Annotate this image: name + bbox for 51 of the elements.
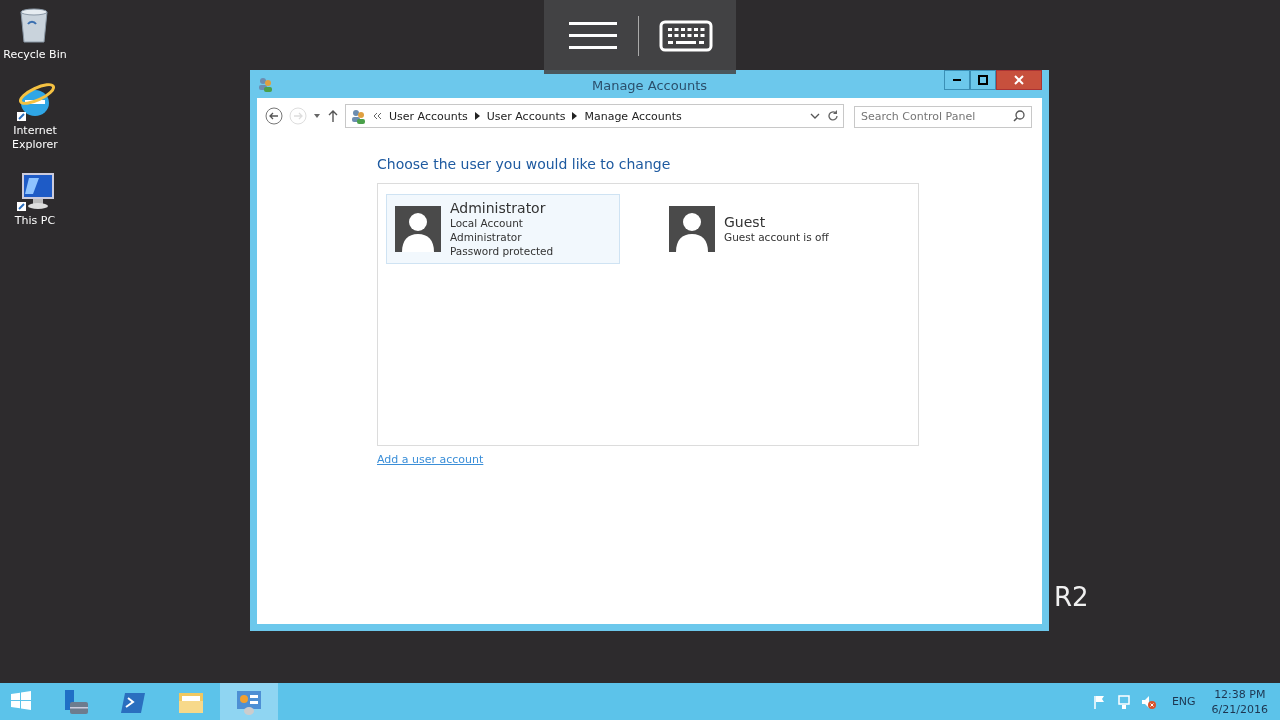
add-account-link[interactable]: Add a user account	[377, 453, 484, 466]
users-icon	[350, 108, 366, 124]
browser-icon[interactable]	[15, 82, 55, 122]
desktop-icon-label[interactable]: This PC	[3, 214, 67, 228]
account-detail: Guest account is off	[724, 230, 829, 244]
keyboard-icon	[658, 20, 713, 52]
breadcrumb-arrow-icon[interactable]	[474, 112, 480, 120]
overflow-chevron-icon[interactable]	[373, 112, 382, 120]
account-detail: Administrator	[450, 230, 523, 244]
taskbar-button[interactable]	[220, 683, 278, 720]
up-arrow-icon	[327, 109, 339, 123]
desktop-icon-label[interactable]: Recycle Bin	[3, 48, 67, 62]
computer-icon[interactable]	[15, 172, 55, 212]
desktop-icon-label[interactable]: Internet Explorer	[3, 124, 67, 152]
back-button[interactable]	[265, 107, 283, 125]
menu-icon	[567, 20, 618, 52]
dropdown-chevron-icon[interactable]	[810, 112, 820, 120]
dropdown-caret-icon	[313, 112, 321, 120]
close-icon	[1014, 75, 1024, 85]
language-indicator[interactable]: ENG	[1171, 695, 1196, 708]
menu-button[interactable]	[567, 20, 618, 52]
window-title: Manage Accounts	[591, 78, 707, 93]
control-panel-icon	[235, 688, 263, 715]
account-name: Guest	[724, 214, 767, 230]
clock[interactable]: 12:38 PM 6/21/2016	[1211, 686, 1268, 717]
minimize-button[interactable]	[944, 70, 970, 90]
maximize-button[interactable]	[970, 70, 996, 90]
users-icon	[257, 76, 273, 92]
page-heading: Choose the user you would like to change	[377, 156, 672, 172]
account-tile[interactable]: Administrator Local Account Administrator Password protected	[386, 194, 620, 264]
refresh-icon[interactable]	[827, 110, 839, 122]
breadcrumb-arrow-icon[interactable]	[572, 112, 578, 120]
keyboard-button[interactable]	[658, 20, 713, 52]
maximize-icon	[978, 75, 988, 85]
breadcrumb-item[interactable]: Manage Accounts	[584, 109, 682, 123]
account-detail: Password protected	[450, 244, 554, 258]
wallpaper-text: R2	[1053, 582, 1089, 612]
user-avatar-icon	[395, 206, 441, 252]
search-field[interactable]: Search Control Panel	[854, 105, 1032, 128]
recent-pages-button[interactable]	[313, 112, 321, 120]
account-tile[interactable]: Guest Guest account is off	[660, 194, 894, 264]
breadcrumb-item[interactable]: User Accounts	[389, 109, 468, 123]
up-button[interactable]	[327, 109, 339, 123]
close-button[interactable]	[996, 70, 1042, 90]
search-icon	[1013, 110, 1025, 122]
address-bar[interactable]: User Accounts User Accounts Manage Accounts	[345, 104, 844, 128]
user-avatar-icon	[669, 206, 715, 252]
breadcrumb-item[interactable]: User Accounts	[486, 109, 566, 123]
account-name: Administrator	[450, 200, 547, 216]
minimize-icon	[953, 79, 961, 81]
account-detail: Local Account	[450, 216, 524, 230]
